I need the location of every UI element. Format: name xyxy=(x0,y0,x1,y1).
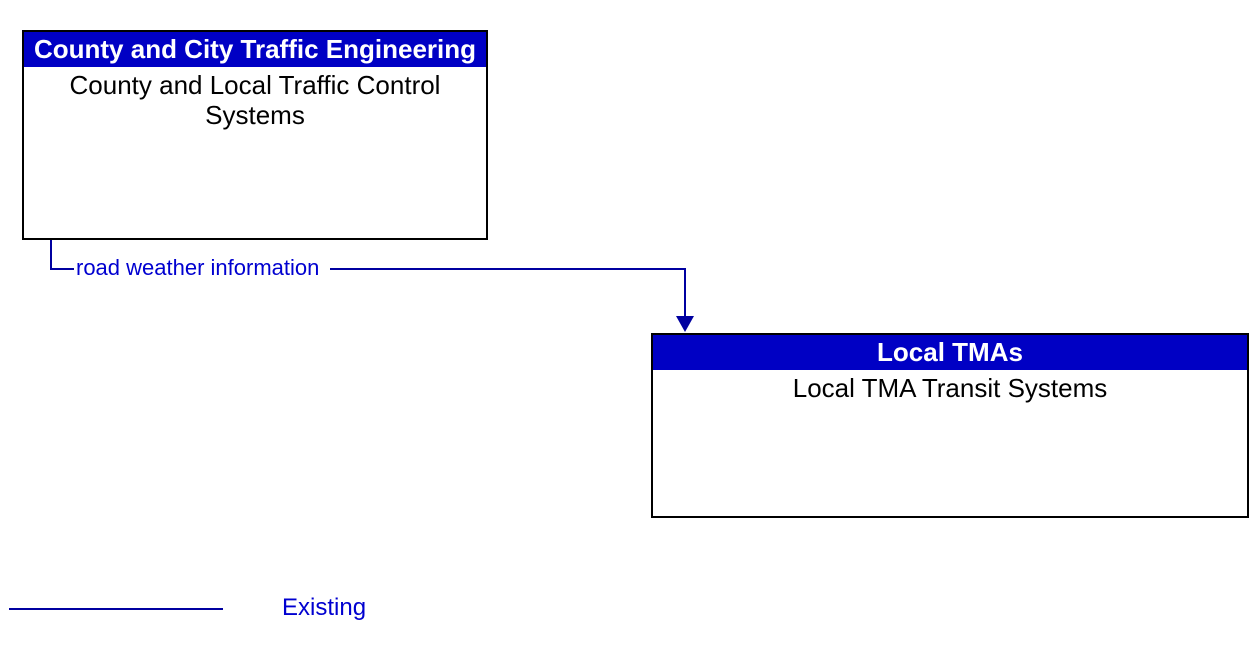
connector-seg-3 xyxy=(684,268,686,318)
flow-label: road weather information xyxy=(76,255,319,281)
connector-seg-2b xyxy=(330,268,686,270)
node-source-body: County and Local Traffic Control Systems xyxy=(24,67,486,131)
node-target-body: Local TMA Transit Systems xyxy=(653,370,1247,404)
node-target-header: Local TMAs xyxy=(653,335,1247,370)
connector-seg-1 xyxy=(50,240,52,270)
node-source[interactable]: County and City Traffic Engineering Coun… xyxy=(22,30,488,240)
connector-arrowhead xyxy=(676,316,694,332)
connector-seg-2a xyxy=(50,268,74,270)
node-target[interactable]: Local TMAs Local TMA Transit Systems xyxy=(651,333,1249,518)
legend-existing-label: Existing xyxy=(282,594,366,622)
legend-existing-line xyxy=(9,608,223,610)
node-source-header: County and City Traffic Engineering xyxy=(24,32,486,67)
